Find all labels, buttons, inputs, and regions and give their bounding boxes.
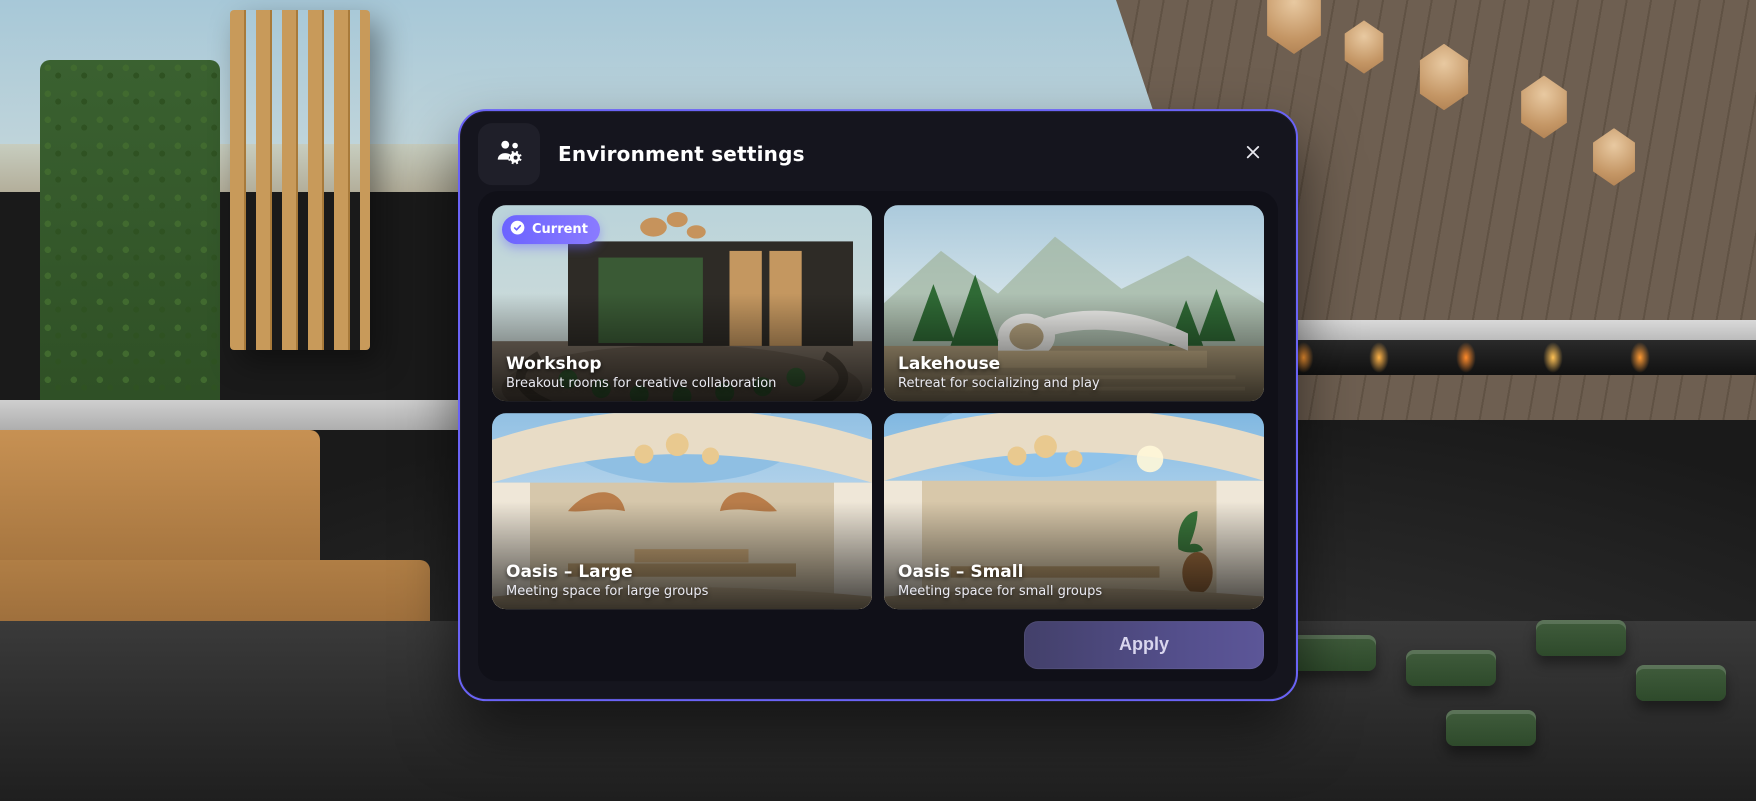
environment-desc: Retreat for socializing and play — [898, 376, 1250, 391]
badge-label: Current — [532, 222, 588, 237]
environment-desc: Meeting space for large groups — [506, 584, 858, 599]
environment-settings-dialog: Environment settings — [458, 109, 1298, 701]
bg-cushion — [1406, 650, 1496, 686]
environment-name: Oasis – Small — [898, 562, 1250, 583]
bg-wood-slats — [230, 10, 370, 350]
environment-grid: Current Workshop Breakout rooms for crea… — [492, 205, 1264, 609]
card-caption: Lakehouse Retreat for socializing and pl… — [898, 354, 1250, 390]
environment-desc: Meeting space for small groups — [898, 584, 1250, 599]
people-gear-icon — [494, 137, 524, 171]
bg-cushion — [1446, 710, 1536, 746]
close-icon — [1244, 143, 1262, 165]
card-caption: Oasis – Small Meeting space for small gr… — [898, 562, 1250, 598]
card-caption: Workshop Breakout rooms for creative col… — [506, 354, 858, 390]
dialog-footer: Apply — [492, 621, 1264, 669]
bg-cushion — [1536, 620, 1626, 656]
bg-step-upper — [0, 430, 320, 580]
host-settings-icon-button[interactable] — [478, 123, 540, 185]
dialog-title: Environment settings — [558, 142, 1216, 166]
environment-card-oasis-small[interactable]: Oasis – Small Meeting space for small gr… — [884, 413, 1264, 609]
environment-card-workshop[interactable]: Current Workshop Breakout rooms for crea… — [492, 205, 872, 401]
environment-name: Oasis – Large — [506, 562, 858, 583]
environment-desc: Breakout rooms for creative collaboratio… — [506, 376, 858, 391]
dialog-header: Environment settings — [478, 127, 1278, 181]
dialog-panel: Current Workshop Breakout rooms for crea… — [478, 191, 1278, 681]
environment-card-lakehouse[interactable]: Lakehouse Retreat for socializing and pl… — [884, 205, 1264, 401]
apply-button[interactable]: Apply — [1024, 621, 1264, 669]
environment-name: Lakehouse — [898, 354, 1250, 375]
check-circle-icon — [510, 220, 525, 239]
current-badge: Current — [502, 215, 600, 244]
card-caption: Oasis – Large Meeting space for large gr… — [506, 562, 858, 598]
close-button[interactable] — [1234, 135, 1272, 173]
bg-cushion — [1636, 665, 1726, 701]
bg-cushion — [1286, 635, 1376, 671]
environment-name: Workshop — [506, 354, 858, 375]
environment-card-oasis-large[interactable]: Oasis – Large Meeting space for large gr… — [492, 413, 872, 609]
